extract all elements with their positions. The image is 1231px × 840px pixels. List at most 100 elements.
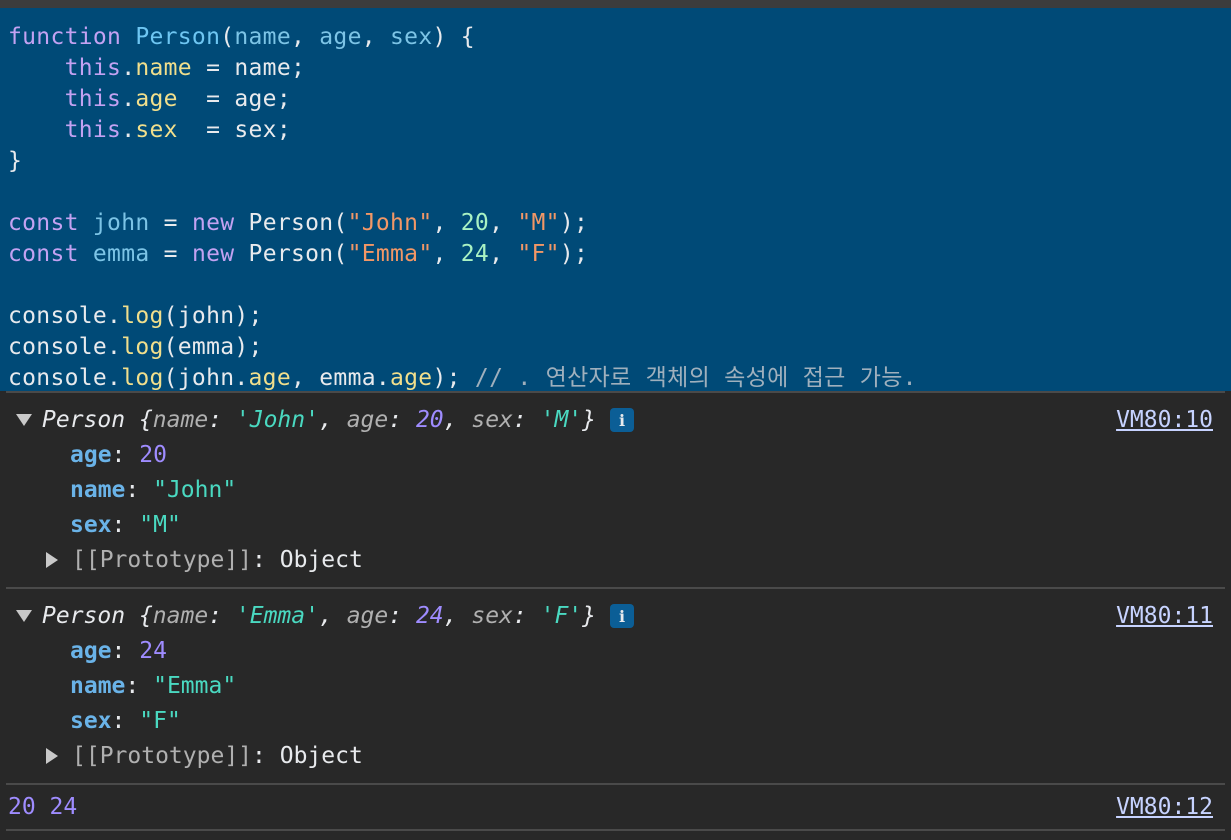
property-row: age: 20 — [70, 441, 167, 468]
code-line: this.sex = sex; — [8, 115, 1231, 146]
code-token: , — [489, 210, 518, 236]
code-line: console.log(john.age, emma.age); // . 연산… — [8, 363, 1231, 394]
code-token: . — [121, 86, 136, 112]
code-token: new — [191, 241, 235, 267]
code-token: 24 — [460, 241, 490, 267]
code-token: log — [121, 334, 164, 360]
code-line: this.name = name; — [8, 53, 1231, 84]
code-token: ); — [559, 210, 589, 236]
code-token: = sex; — [177, 117, 291, 143]
source-link[interactable]: VM80:11 — [1116, 603, 1213, 629]
code-token: name — [234, 24, 291, 50]
code-token: console. — [8, 334, 122, 360]
code-token: , — [361, 24, 391, 50]
code-token: log — [121, 303, 164, 329]
code-token: const — [8, 210, 79, 236]
code-token: age — [135, 86, 178, 112]
code-token: console. — [8, 303, 122, 329]
expand-triangle-icon[interactable] — [16, 610, 32, 622]
code-token: sex — [135, 117, 178, 143]
code-token: = age; — [177, 86, 291, 112]
property-row: age: 24 — [70, 637, 167, 664]
code-token: emma — [92, 241, 150, 267]
code-token: sex — [390, 24, 433, 50]
code-line: } — [8, 146, 1231, 177]
object-class-name: Person — [42, 407, 126, 433]
property-row: sex: "M" — [70, 511, 181, 538]
code-token: ( — [220, 24, 235, 50]
console-output: Person {name: 'John', age: 20, sex: 'M'}… — [0, 393, 1231, 831]
code-token: , — [432, 210, 461, 236]
code-token: = — [149, 210, 192, 236]
object-class-name: Person — [42, 603, 126, 629]
code-token: this — [64, 117, 122, 143]
code-token: this — [64, 55, 122, 81]
code-token: // . 연산자로 객체의 속성에 접근 가능. — [474, 365, 917, 391]
code-token: Person( — [234, 241, 348, 267]
code-token: (emma); — [163, 334, 263, 360]
code-line: console.log(emma); — [8, 332, 1231, 363]
top-bar — [0, 0, 1231, 8]
code-token: "M" — [517, 210, 560, 236]
code-token: (john); — [163, 303, 263, 329]
prototype-row[interactable]: [[Prototype]]: Object — [8, 738, 1231, 773]
code-token: = name; — [191, 55, 306, 81]
code-token: this — [64, 86, 122, 112]
console-entry-result: 20 24 VM80:12 — [0, 785, 1231, 829]
code-token: Person( — [234, 210, 348, 236]
code-token: john — [92, 210, 150, 236]
code-token: , — [489, 241, 518, 267]
source-link[interactable]: VM80:10 — [1116, 407, 1213, 433]
code-token: new — [191, 210, 235, 236]
info-icon[interactable]: i — [610, 408, 634, 432]
code-line: const emma = new Person("Emma", 24, "F")… — [8, 239, 1231, 270]
property-row: name: "John" — [70, 476, 237, 503]
code-token: const — [8, 241, 79, 267]
code-line: console.log(john); — [8, 301, 1231, 332]
expand-triangle-icon[interactable] — [46, 747, 58, 764]
code-token: . — [121, 55, 136, 81]
code-token: log — [121, 365, 164, 391]
code-token: , — [432, 241, 461, 267]
code-line: function Person(name, age, sex) { — [8, 22, 1231, 53]
source-link[interactable]: VM80:12 — [1116, 794, 1213, 820]
property-row: name: "Emma" — [70, 672, 237, 699]
code-token: , emma. — [290, 365, 391, 391]
code-token: (john. — [163, 365, 249, 391]
code-token: , — [290, 24, 320, 50]
code-token: function — [8, 24, 122, 50]
console-entry-emma: Person {name: 'Emma', age: 24, sex: 'F'}… — [0, 589, 1231, 783]
console-entry-john: Person {name: 'John', age: 20, sex: 'M'}… — [0, 393, 1231, 587]
expand-triangle-icon[interactable] — [46, 551, 58, 568]
code-token: ); — [559, 241, 589, 267]
code-token: Person — [135, 24, 221, 50]
code-line: this.age = age; — [8, 84, 1231, 115]
code-token: . — [121, 117, 136, 143]
code-token: age — [319, 24, 362, 50]
info-icon[interactable]: i — [610, 604, 634, 628]
code-token: age — [248, 365, 291, 391]
log-output: 20 24 — [8, 794, 78, 820]
code-token: "Emma" — [347, 241, 433, 267]
code-token: ) { — [432, 24, 475, 50]
expand-triangle-icon[interactable] — [16, 414, 32, 426]
code-token: name — [135, 55, 192, 81]
code-token: age — [390, 365, 433, 391]
divider — [6, 829, 1225, 831]
code-token: console. — [8, 365, 122, 391]
code-token: "John" — [347, 210, 433, 236]
code-token: ); — [432, 365, 475, 391]
prototype-row[interactable]: [[Prototype]]: Object — [8, 542, 1231, 577]
code-token: } — [8, 148, 23, 174]
code-token: 20 — [460, 210, 490, 236]
property-row: sex: "F" — [70, 707, 181, 734]
code-editor[interactable]: function Person(name, age, sex) { this.n… — [0, 8, 1231, 391]
